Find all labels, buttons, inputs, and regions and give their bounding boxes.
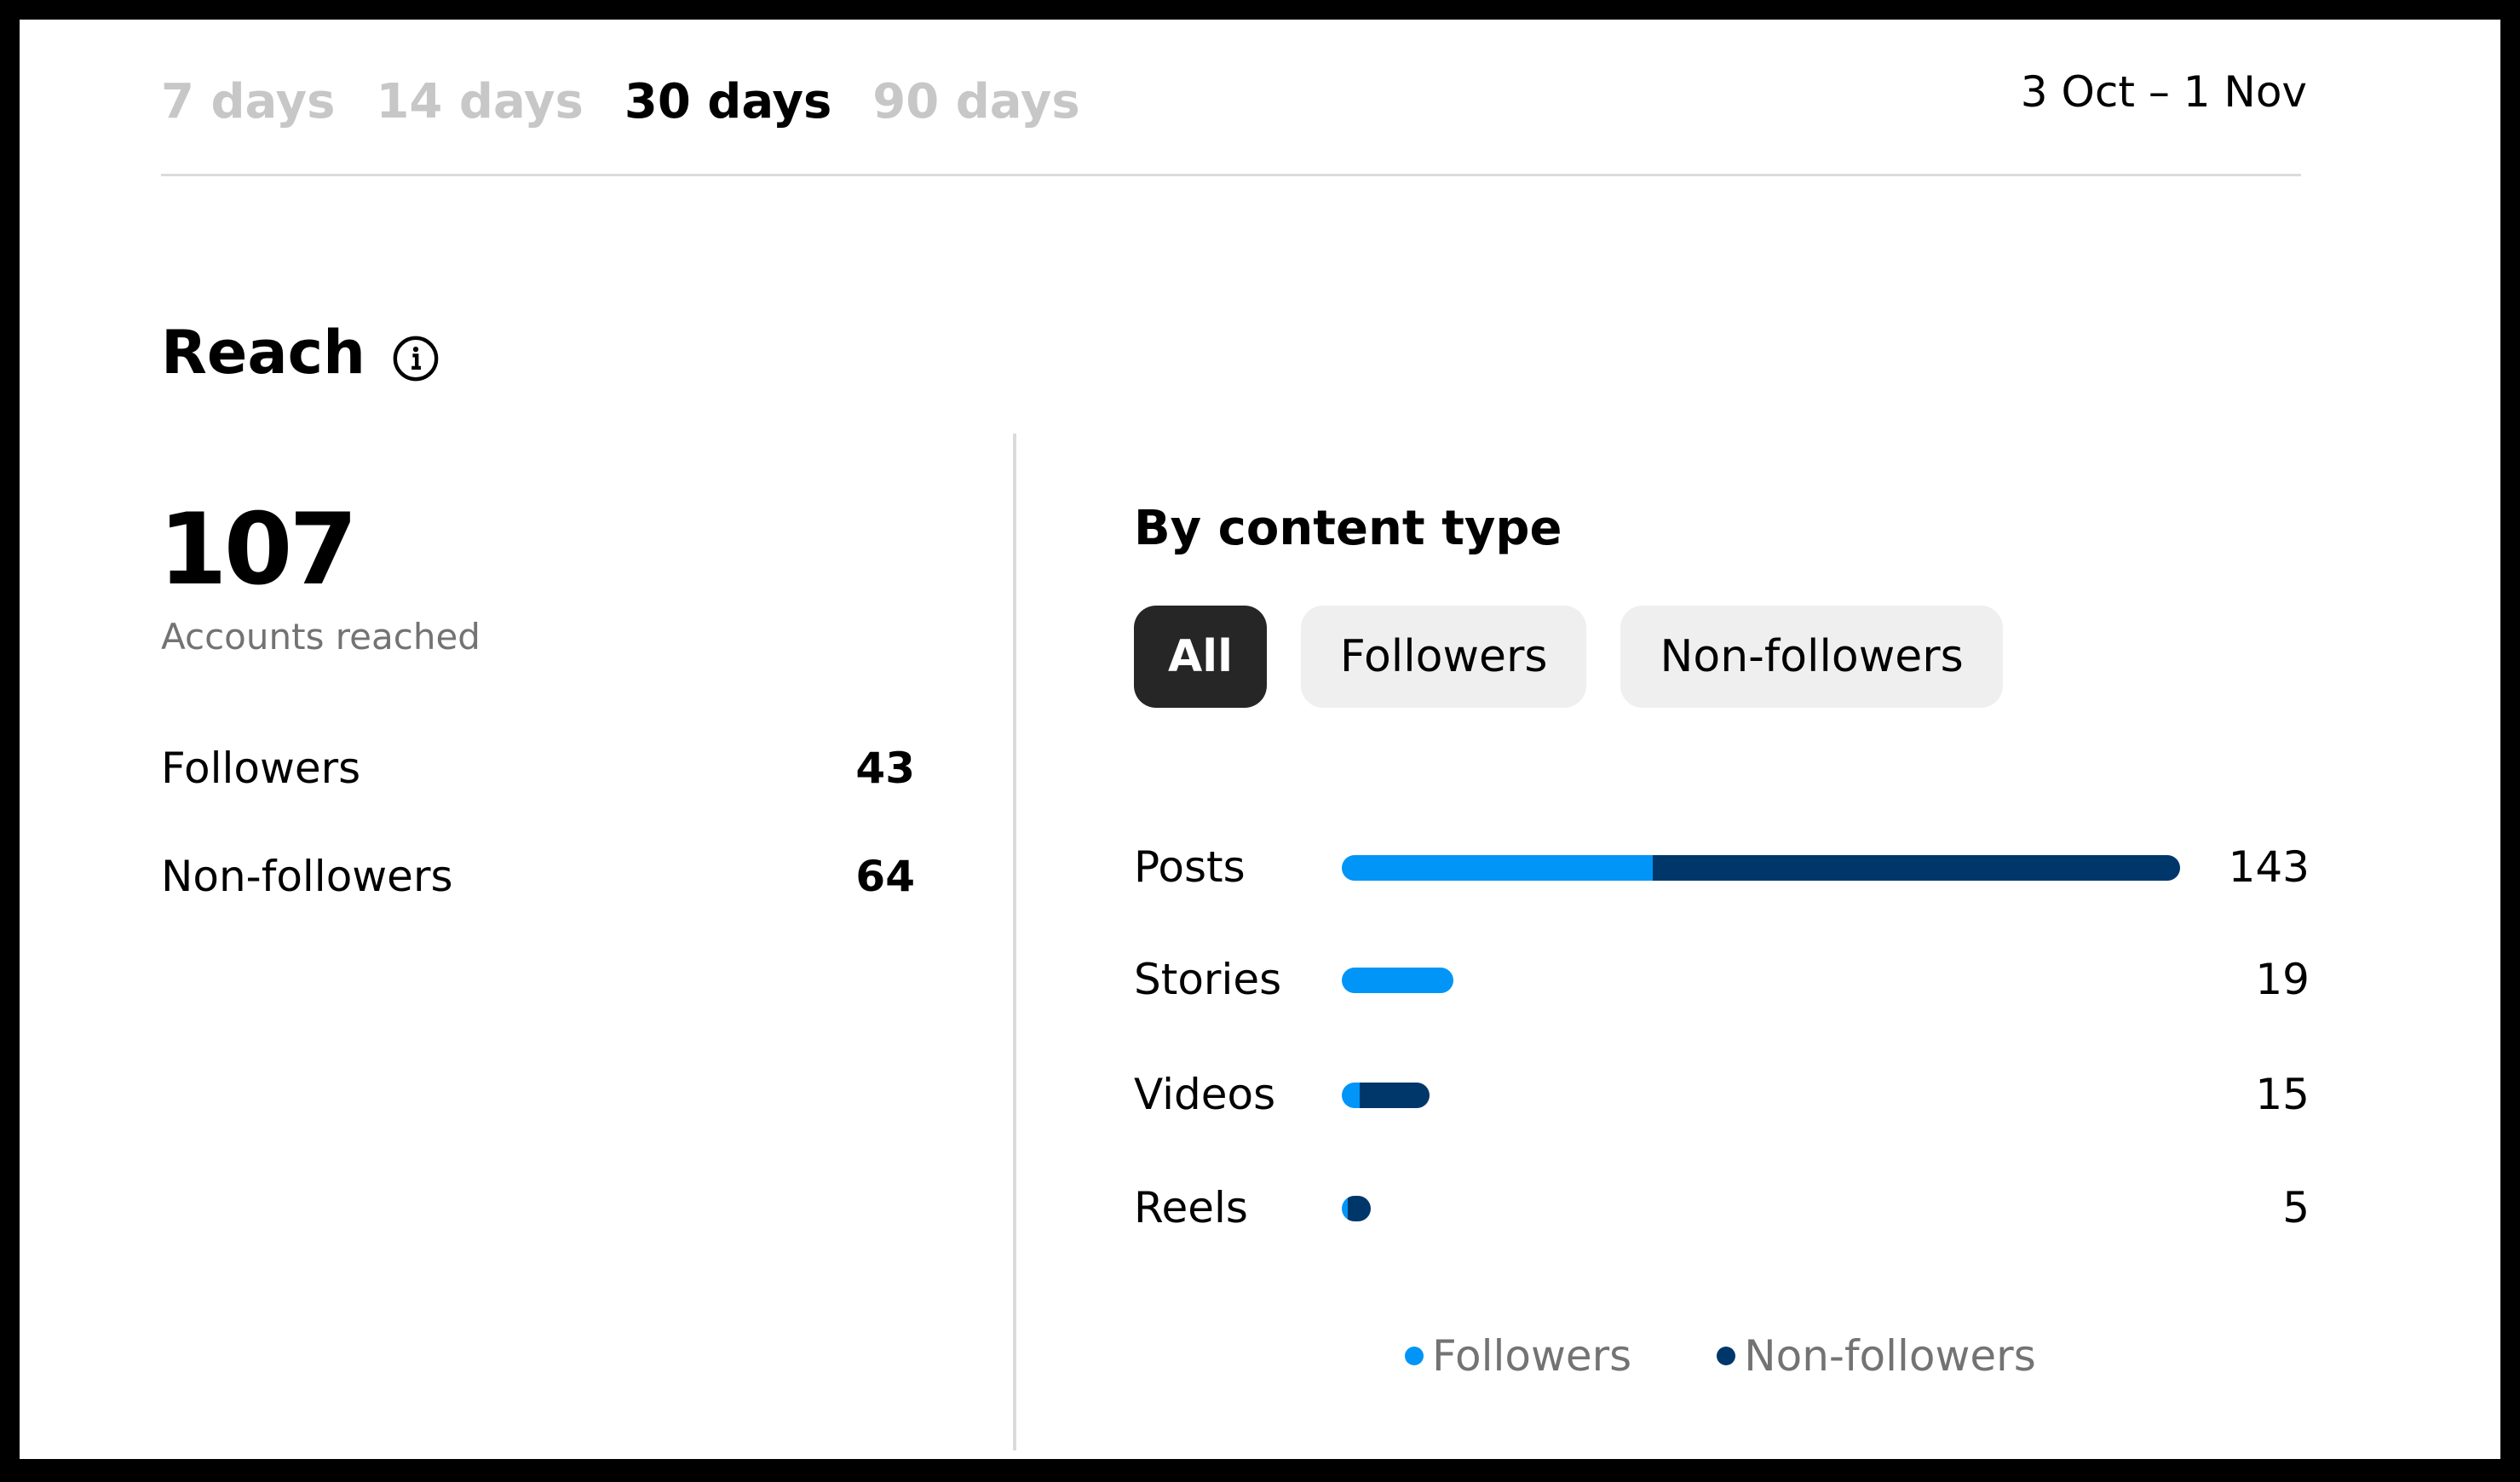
filter-followers-button[interactable]: Followers (1300, 606, 1587, 708)
bar-reels (1342, 1196, 1372, 1221)
bar-value: 19 (2255, 955, 2310, 1004)
bar-track (1342, 968, 2180, 993)
bar-label: Posts (1134, 842, 1246, 892)
bar-segment-followers (1342, 855, 1653, 881)
followers-stat-row: Followers 43 (161, 744, 915, 793)
reach-panel: 7 days 14 days 30 days 90 days 3 Oct – 1… (20, 20, 2500, 1459)
info-icon[interactable] (391, 328, 440, 382)
content-type-title: By content type (1134, 501, 1562, 556)
time-range-tabs: 7 days 14 days 30 days 90 days (161, 74, 1080, 129)
bar-row-videos: Videos 15 (1134, 1060, 2310, 1129)
bar-row-stories: Stories 19 (1134, 945, 2310, 1014)
bar-value: 15 (2255, 1070, 2310, 1119)
bar-row-posts: Posts 143 (1134, 833, 2310, 901)
non-followers-stat-row: Non-followers 64 (161, 852, 915, 901)
bar-label: Videos (1134, 1070, 1276, 1119)
reach-title: Reach (161, 318, 365, 388)
tab-7-days[interactable]: 7 days (161, 74, 335, 129)
bar-label: Stories (1134, 955, 1282, 1004)
non-followers-stat-label: Non-followers (161, 852, 453, 901)
accounts-reached-count: 107 (158, 492, 358, 607)
chart-legend: Followers Non-followers (1405, 1331, 2036, 1381)
legend-followers-label: Followers (1432, 1331, 1632, 1381)
tab-30-days[interactable]: 30 days (624, 74, 831, 129)
bar-track (1342, 1083, 2180, 1108)
non-followers-stat-value: 64 (855, 852, 915, 901)
followers-stat-label: Followers (161, 744, 361, 793)
header-divider (161, 174, 2301, 176)
bar-track (1342, 1196, 2180, 1221)
audience-filter: All Followers Non-followers (1134, 606, 2003, 708)
bar-segment-followers (1342, 968, 1453, 993)
bar-row-reels: Reels 5 (1134, 1174, 2310, 1242)
bar-segment-followers (1342, 1083, 1360, 1108)
legend-non-followers: Non-followers (1717, 1331, 2036, 1381)
bar-track (1342, 855, 2180, 881)
tab-14-days[interactable]: 14 days (376, 74, 583, 129)
column-divider (1013, 434, 1016, 1450)
bar-posts (1342, 855, 2180, 881)
bar-segment-followers (1342, 1196, 1348, 1221)
accounts-reached-label: Accounts reached (161, 616, 480, 658)
reach-heading: Reach (161, 318, 440, 388)
filter-all-button[interactable]: All (1134, 606, 1267, 708)
filter-non-followers-button[interactable]: Non-followers (1620, 606, 2003, 708)
bar-value: 143 (2228, 842, 2310, 892)
tab-90-days[interactable]: 90 days (872, 74, 1079, 129)
date-range: 3 Oct – 1 Nov (2020, 67, 2307, 117)
bar-segment-non-followers (1347, 1196, 1372, 1221)
legend-non-followers-label: Non-followers (1744, 1331, 2036, 1381)
legend-followers: Followers (1405, 1331, 1631, 1381)
followers-dot-icon (1405, 1347, 1424, 1365)
bar-segment-non-followers (1359, 1083, 1430, 1108)
bar-stories (1342, 968, 1453, 993)
followers-stat-value: 43 (855, 744, 915, 793)
bar-segment-non-followers (1652, 855, 2180, 881)
bar-value: 5 (2282, 1183, 2310, 1232)
non-followers-dot-icon (1717, 1347, 1736, 1365)
bar-label: Reels (1134, 1183, 1248, 1232)
bar-videos (1342, 1083, 1430, 1108)
